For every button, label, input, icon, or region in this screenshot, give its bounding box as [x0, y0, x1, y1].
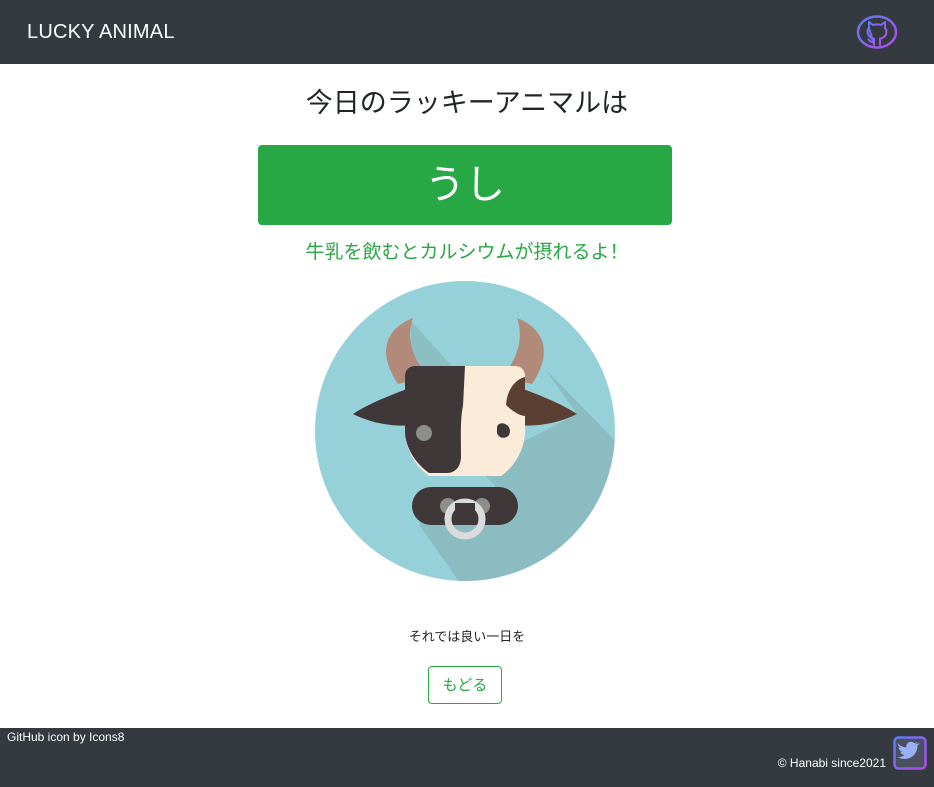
cow-icon	[315, 281, 615, 581]
farewell-text: それでは良い一日を	[408, 630, 526, 645]
icon-credit[interactable]: GitHub icon by Icons8	[7, 730, 124, 744]
page-heading: 今日のラッキーアニマルは	[305, 88, 629, 119]
animal-message: 牛乳を飲むとカルシウムが摂れるよ！	[305, 241, 629, 263]
github-icon[interactable]	[856, 14, 898, 50]
navbar: LUCKY ANIMAL	[0, 0, 934, 64]
brand-title[interactable]: LUCKY ANIMAL	[27, 20, 175, 44]
twitter-icon[interactable]	[893, 736, 927, 770]
copyright: © Hanabi since2021	[777, 756, 886, 770]
footer: GitHub icon by Icons8 © Hanabi since2021	[0, 728, 934, 787]
back-button[interactable]: もどる	[428, 666, 502, 704]
lucky-animal-name: うし	[258, 145, 672, 225]
